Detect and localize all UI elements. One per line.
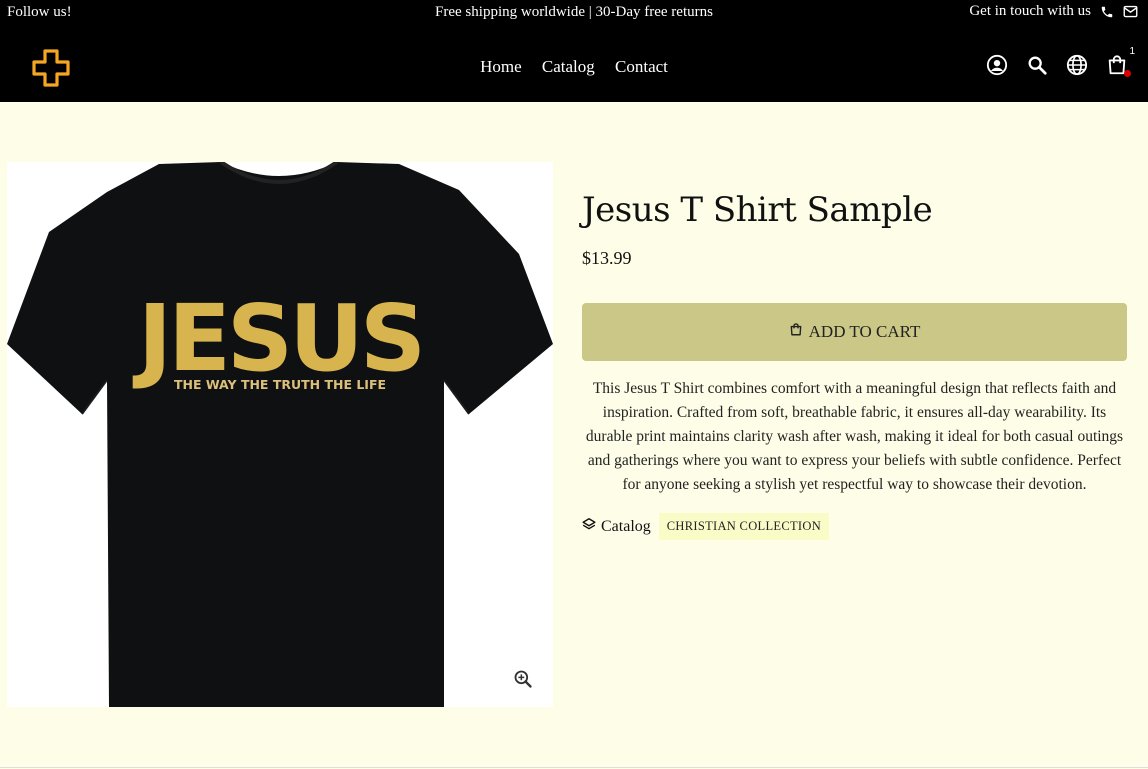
- shirt-tagline-text: THE WAY THE TRUTH THE LIFE: [174, 377, 386, 392]
- contact-group: Get in touch with us: [969, 3, 1138, 20]
- product-meta: Catalog CHRISTIAN COLLECTION: [582, 513, 1127, 540]
- nav-catalog[interactable]: Catalog: [542, 57, 595, 76]
- product-price: $13.99: [582, 248, 632, 268]
- cart-count: 1: [1129, 46, 1135, 57]
- main-nav: Home Catalog Contact: [0, 57, 1148, 77]
- add-to-cart-button[interactable]: ADD TO CART: [582, 303, 1127, 361]
- globe-icon[interactable]: [1066, 54, 1088, 76]
- collection-tag[interactable]: CHRISTIAN COLLECTION: [658, 513, 830, 540]
- header-icons: 1: [986, 46, 1135, 77]
- add-to-cart-label: ADD TO CART: [808, 322, 921, 341]
- catalog-label-group: Catalog: [582, 517, 651, 536]
- cart-notification-dot: [1124, 70, 1131, 77]
- contact-label: Get in touch with us: [969, 3, 1091, 19]
- product-info: Jesus T Shirt Sample $13.99 ADD TO CART …: [582, 190, 1127, 540]
- divider: [0, 767, 1148, 768]
- zoom-in-icon[interactable]: [513, 669, 533, 689]
- announcement-bar: Follow us! Free shipping worldwide | 30-…: [0, 0, 1148, 26]
- nav-contact[interactable]: Contact: [615, 57, 668, 76]
- shirt-word-text: JESUS: [132, 285, 422, 392]
- search-icon[interactable]: [1026, 54, 1048, 76]
- site-header: Home Catalog Contact 1: [0, 26, 1148, 102]
- mail-icon[interactable]: [1123, 5, 1138, 18]
- cart-icon[interactable]: 1: [1106, 46, 1135, 77]
- account-icon[interactable]: [986, 54, 1008, 76]
- layers-icon: [582, 517, 596, 536]
- phone-icon[interactable]: [1100, 5, 1114, 19]
- shopping-bag-icon: [789, 322, 803, 342]
- product-title: Jesus T Shirt Sample: [582, 190, 933, 230]
- product-description: This Jesus T Shirt combines comfort with…: [585, 380, 1124, 493]
- product-image[interactable]: JESUS THE WAY THE TRUTH THE LIFE: [7, 162, 553, 707]
- catalog-label: Catalog: [601, 517, 651, 535]
- nav-home[interactable]: Home: [480, 57, 522, 76]
